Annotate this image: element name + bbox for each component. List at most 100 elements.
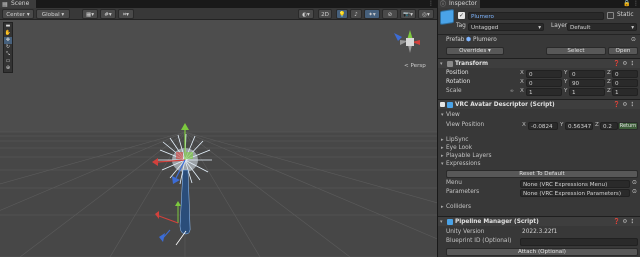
view-tool-icon[interactable]: ✋	[4, 30, 12, 37]
colliders-label[interactable]: Colliders	[446, 203, 471, 212]
view-position-y-field[interactable]: 0.56347	[565, 121, 593, 130]
overrides-dropdown[interactable]: Overrides ▾	[446, 46, 504, 55]
hidden-objects-toggle[interactable]: ⊘	[382, 9, 398, 19]
rotation-y-label: Y	[564, 79, 568, 85]
scene-kebab-menu-icon[interactable]: ⋮	[428, 0, 434, 8]
grid-snap-button[interactable]: ▦▾	[82, 9, 98, 19]
prefab-link-icon: ⬢	[466, 37, 472, 43]
audio-toggle-icon[interactable]: ♪	[350, 9, 362, 19]
toggle-2d-button[interactable]: 2D	[318, 9, 332, 19]
info-icon: ⓘ	[440, 1, 447, 8]
rotate-tool-icon[interactable]: ↻	[4, 44, 12, 51]
transform-tool-icon[interactable]: ⊕	[4, 65, 12, 72]
menu-object-field[interactable]: None (VRC Expressions Menu)	[520, 179, 630, 188]
static-label: Static	[617, 12, 634, 18]
scale-z-field[interactable]: 1	[612, 87, 638, 96]
scene-panel: ▦ Scene ⋮ Center ▾ Global ▾ ▦▾ #▾ ⌗▾ ◐▾ …	[0, 0, 437, 257]
pipeline-manager-header[interactable]: ▾ Pipeline Manager (Script) ❓⚙⋮	[438, 216, 640, 226]
scale-link-icon[interactable]: ∞	[510, 87, 514, 96]
tool-palette-header: ▬	[5, 23, 11, 29]
view-caret-icon[interactable]: ▾	[441, 111, 444, 120]
view-position-z-field[interactable]: 0.2	[600, 121, 618, 130]
scene-camera-dropdown[interactable]: 📷▾	[400, 9, 416, 19]
expressions-caret-icon[interactable]: ▾	[441, 160, 444, 169]
view-x-label: X	[522, 122, 526, 128]
prefab-value[interactable]: Plumero	[473, 36, 497, 45]
pivot-rotation-dropdown[interactable]: Global ▾	[36, 9, 70, 19]
increment-snap-button[interactable]: ⌗▾	[118, 9, 134, 19]
rect-tool-icon[interactable]: ▭	[4, 58, 12, 65]
object-name-field[interactable]: Plumero	[468, 11, 604, 20]
component-header-icons[interactable]: ❓⚙⋮	[613, 59, 637, 69]
reset-to-default-button[interactable]: Reset To Default	[446, 169, 638, 178]
rotation-z-label: Z	[607, 79, 611, 85]
pipeline-manager-title: Pipeline Manager (Script)	[455, 219, 539, 225]
rotation-y-field[interactable]: 90	[569, 78, 605, 87]
move-tool-icon[interactable]: ✥	[4, 37, 12, 44]
colliders-caret-icon[interactable]: ▸	[441, 203, 444, 212]
view-position-label: View Position	[446, 122, 485, 128]
tab-scene[interactable]: ▦ Scene	[0, 0, 36, 8]
layer-dropdown[interactable]: Default ▾	[567, 22, 637, 31]
toggle-2d-label: 2D	[321, 12, 329, 18]
parameters-picker-icon[interactable]: ⊙	[632, 188, 637, 197]
position-y-field[interactable]: 0	[569, 69, 605, 78]
scale-x-field[interactable]: 1	[526, 87, 562, 96]
inspector-tab-strip: ⓘ Inspector 🔒 ⋮	[438, 0, 640, 8]
static-checkbox[interactable]	[607, 12, 614, 19]
scene-viewport[interactable]: ▬ ✋ ✥ ↻ ⤡ ▭ ⊕ < Persp	[0, 20, 437, 257]
transform-header[interactable]: ▾ Transform ❓⚙⋮	[438, 58, 640, 68]
projection-label[interactable]: < Persp	[404, 63, 426, 69]
tab-inspector[interactable]: ⓘ Inspector	[438, 0, 480, 8]
rotation-x-label: X	[520, 79, 524, 85]
return-button[interactable]: Return	[618, 121, 638, 130]
lighting-toggle-icon[interactable]: 💡	[336, 9, 348, 19]
view-position-x-field[interactable]: -0.0824	[528, 121, 558, 130]
expressions-label[interactable]: Expressions	[446, 160, 481, 169]
tag-chevron-down-icon: ▾	[538, 24, 541, 31]
active-checkbox[interactable]: ✓	[458, 12, 465, 19]
rotation-x-field[interactable]: 0	[526, 78, 562, 87]
layer-value: Default	[570, 24, 591, 31]
pivot-mode-dropdown[interactable]: Center ▾	[2, 9, 34, 19]
gizmos-dropdown[interactable]: ◎▾	[418, 9, 434, 19]
select-button[interactable]: Select	[546, 46, 606, 55]
position-z-field[interactable]: 0	[612, 69, 638, 78]
avatar-descriptor-enabled-checkbox[interactable]	[440, 102, 445, 107]
position-x-label: X	[520, 70, 524, 76]
menu-label: Menu	[446, 180, 462, 186]
scale-y-field[interactable]: 1	[569, 87, 605, 96]
draw-mode-dropdown[interactable]: ◐▾	[298, 9, 314, 19]
view-section-label[interactable]: View	[446, 111, 460, 120]
effects-dropdown[interactable]: ✦▾	[364, 9, 380, 19]
scale-tool-icon[interactable]: ⤡	[4, 51, 12, 58]
scale-label: Scale	[446, 88, 462, 94]
scene-tab-strip: ▦ Scene ⋮	[0, 0, 437, 8]
divider	[438, 34, 640, 35]
prefab-picker-icon[interactable]: ⊙	[631, 36, 636, 45]
pipeline-header-icons[interactable]: ❓⚙⋮	[613, 217, 637, 227]
inspector-kebab-menu-icon[interactable]: ⋮	[633, 0, 639, 8]
editor-root: ▦ Scene ⋮ Center ▾ Global ▾ ▦▾ #▾ ⌗▾ ◐▾ …	[0, 0, 640, 257]
attach-button[interactable]: Attach (Optional)	[446, 247, 638, 256]
tag-dropdown[interactable]: Untagged ▾	[468, 22, 544, 31]
transform-caret-icon: ▾	[440, 61, 443, 67]
view-y-label: Y	[560, 122, 564, 128]
unity-version-label: Unity Version	[446, 229, 485, 235]
inspector-panel: ⓘ Inspector 🔒 ⋮ ✓ Plumero Static Tag Unt…	[438, 0, 640, 257]
grid-visibility-button[interactable]: #▾	[100, 9, 116, 19]
inspector-tab-label: Inspector	[449, 0, 477, 7]
scene-view-canvas	[0, 20, 437, 257]
position-x-field[interactable]: 0	[526, 69, 562, 78]
avatar-descriptor-header-icons[interactable]: ❓⚙⋮	[613, 100, 637, 110]
lock-icon[interactable]: 🔒	[623, 0, 630, 8]
parameters-object-field[interactable]: None (VRC Expression Parameters)	[520, 188, 630, 197]
blueprint-id-field[interactable]	[520, 237, 638, 246]
rotation-z-field[interactable]: 0	[612, 78, 638, 87]
avatar-descriptor-header[interactable]: ▾ VRC Avatar Descriptor (Script) ❓⚙⋮	[438, 99, 640, 109]
open-button[interactable]: Open	[608, 46, 638, 55]
scale-x-label: X	[520, 88, 524, 94]
rotation-label: Rotation	[446, 79, 471, 85]
menu-picker-icon[interactable]: ⊙	[632, 179, 637, 188]
tool-palette: ▬ ✋ ✥ ↻ ⤡ ▭ ⊕	[3, 22, 13, 73]
